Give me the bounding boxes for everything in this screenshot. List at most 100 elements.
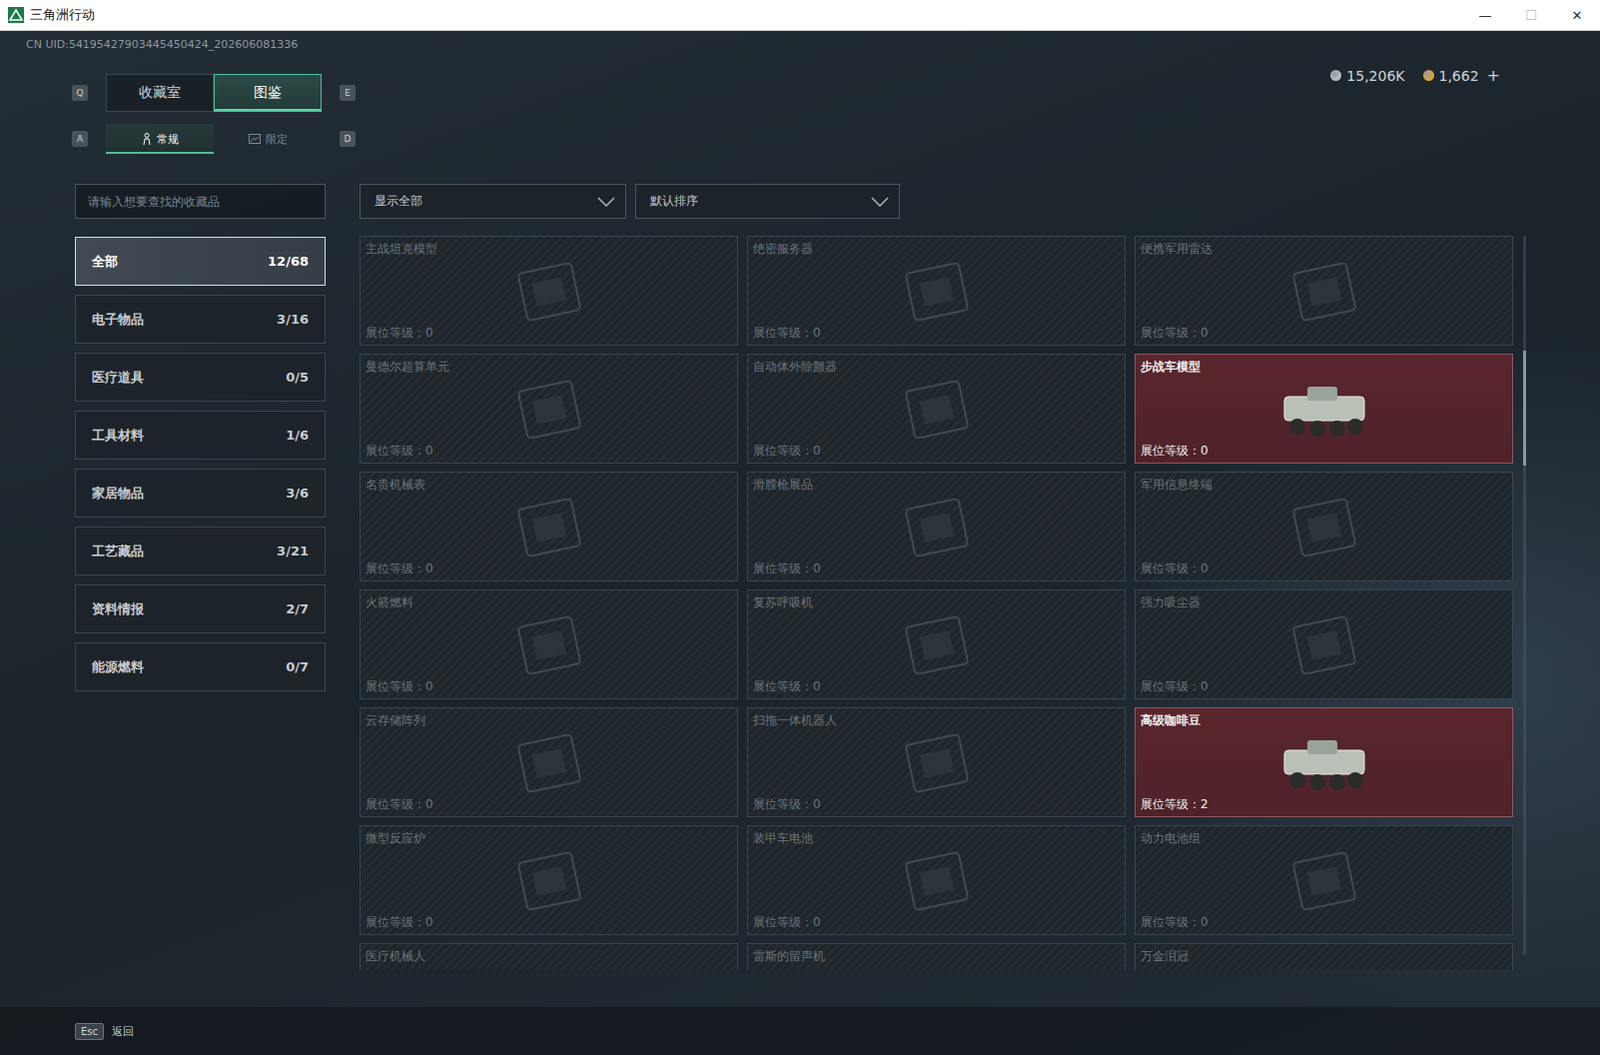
main-tab[interactable]: 图鉴 (213, 73, 322, 112)
collection-card[interactable]: 云存储阵列展位等级：0 (359, 707, 739, 817)
item-name: 微型反应炉 (365, 829, 733, 847)
sub-tab[interactable]: 限定 (213, 123, 322, 154)
collectible-icon (1269, 728, 1380, 799)
collection-card[interactable]: 复苏呼吸机展位等级：0 (747, 589, 1126, 700)
escape-key[interactable]: Esc (74, 1022, 104, 1040)
collection-card[interactable]: 火箭燃料展位等级：0 (359, 589, 739, 700)
collectible-silhouette-icon (1279, 259, 1370, 324)
sidebar-item[interactable]: 家居物品3/6 (74, 468, 326, 518)
collection-card[interactable]: 雷斯的留声机 (747, 942, 1126, 970)
item-icon-area (753, 729, 1120, 797)
item-icon-area (365, 493, 733, 561)
currency-amount: 15,206K (1346, 67, 1405, 84)
category-count: 12/68 (267, 253, 309, 269)
prev-tab-key[interactable]: Q (71, 84, 88, 101)
prev-subtab-key[interactable]: A (71, 130, 88, 147)
collectible-silhouette-icon (1279, 613, 1370, 678)
collectible-silhouette-icon (891, 495, 982, 560)
collection-card[interactable]: 医疗机械人 (359, 942, 739, 970)
footer-bar: Esc 返回 (0, 1006, 1600, 1055)
display-level: 展位等级：0 (1140, 678, 1508, 696)
sub-tabs: A 常规 限定 D (71, 123, 1600, 154)
currency-bar: 15,206K1,662+ (1330, 65, 1501, 85)
collection-card[interactable]: 绝密服务器展位等级：0 (747, 235, 1126, 346)
sidebar-item[interactable]: 资料情报2/7 (74, 584, 326, 634)
collectible-icon (1269, 374, 1380, 445)
picture-icon (248, 133, 261, 144)
category-label: 工具材料 (91, 426, 144, 445)
back-button[interactable]: 返回 (111, 1023, 134, 1039)
collection-card[interactable]: 装甲车电池展位等级：0 (747, 824, 1126, 935)
item-name: 军用信息终端 (1140, 476, 1508, 494)
sidebar-item[interactable]: 能源燃料0/7 (74, 642, 326, 692)
item-icon-area (365, 611, 733, 679)
sort-dropdown[interactable]: 默认排序 (635, 183, 900, 219)
scrollbar[interactable] (1523, 235, 1527, 955)
sub-tab-label: 限定 (265, 131, 288, 147)
main-tab[interactable]: 收藏室 (105, 73, 214, 112)
category-count: 3/21 (276, 543, 309, 559)
display-level: 展位等级：0 (1140, 324, 1508, 342)
item-icon-area (365, 257, 733, 325)
display-level: 展位等级：0 (1140, 560, 1508, 578)
display-level: 展位等级：2 (1140, 796, 1508, 813)
collectible-silhouette-icon (504, 613, 595, 678)
category-sidebar: 全部12/68 电子物品3/16 医疗道具0/5 工具材料 1/6 家居物品3/6 工艺藏品… (74, 183, 326, 970)
collectible-silhouette-icon (891, 848, 982, 913)
display-level: 展位等级：0 (753, 442, 1120, 460)
item-name: 自动体外除颤器 (753, 358, 1120, 376)
item-icon-area (1140, 257, 1508, 325)
collection-card[interactable]: 曼德尔超算单元展位等级：0 (359, 353, 739, 464)
item-name: 主战坦克模型 (365, 240, 733, 258)
filter-dropdown[interactable]: 显示全部 (359, 183, 627, 219)
next-subtab-key[interactable]: D (339, 130, 356, 147)
collection-card[interactable]: 万金泪冠 (1134, 942, 1514, 970)
sidebar-item[interactable]: 工具材料 1/6 (74, 410, 326, 460)
collection-card[interactable]: 主战坦克模型展位等级：0 (359, 235, 739, 346)
next-tab-key[interactable]: E (339, 84, 356, 101)
collection-card[interactable]: 强力吸尘器展位等级：0 (1134, 589, 1514, 700)
collection-card[interactable]: 军用信息终端展位等级：0 (1134, 471, 1514, 582)
scrollbar-thumb[interactable] (1523, 350, 1527, 466)
search-field[interactable] (74, 183, 326, 219)
collection-card[interactable]: 便携军用雷达展位等级：0 (1134, 235, 1514, 346)
item-name: 曼德尔超算单元 (365, 358, 733, 376)
category-count: 0/7 (285, 659, 309, 675)
dropdown-label: 显示全部 (374, 192, 423, 210)
category-label: 工艺藏品 (91, 542, 144, 561)
item-name: 扫拖一体机器人 (753, 712, 1120, 730)
collection-card[interactable]: 步战车模型展位等级：0 (1134, 353, 1514, 464)
category-list: 全部12/68 电子物品3/16 医疗道具0/5 工具材料 1/6 家居物品3/6 工艺藏品… (74, 236, 326, 692)
item-name: 火箭燃料 (365, 594, 733, 612)
sidebar-item[interactable]: 工艺藏品 3/21 (74, 526, 326, 576)
collectible-silhouette-icon (891, 259, 982, 324)
collection-card[interactable]: 扫拖一体机器人展位等级：0 (747, 707, 1126, 817)
category-count: 1/6 (285, 427, 309, 443)
main-tabs: Q 收藏室图鉴 E (71, 73, 356, 112)
currency-item: 15,206K (1330, 67, 1405, 84)
collection-card[interactable]: 高级咖啡豆展位等级：2 (1134, 707, 1514, 817)
collectible-silhouette-icon (1279, 495, 1370, 560)
minimize-button[interactable]: — (1462, 0, 1509, 30)
close-button[interactable]: ✕ (1554, 0, 1600, 30)
collection-panel: 显示全部默认排序主战坦克模型展位等级：0绝密服务器展位等级：0便携军用雷达展位等… (359, 183, 1527, 970)
sub-tab-label: 常规 (156, 131, 179, 147)
uid-label: CN UID:54195427903445450424_202606081336 (0, 30, 1600, 52)
item-name: 复苏呼吸机 (753, 594, 1120, 612)
collection-card[interactable]: 微型反应炉展位等级：0 (359, 824, 739, 935)
display-level: 展位等级：0 (365, 796, 733, 813)
add-currency-button[interactable]: + (1487, 65, 1501, 85)
sidebar-item[interactable]: 电子物品3/16 (74, 294, 326, 344)
item-icon-area (753, 611, 1120, 679)
display-level: 展位等级：0 (1140, 913, 1508, 931)
app-logo-icon (7, 6, 24, 23)
sidebar-item[interactable]: 医疗道具0/5 (74, 352, 326, 402)
maximize-button[interactable]: ☐ (1508, 0, 1555, 30)
sub-tab[interactable]: 常规 (105, 123, 214, 154)
collection-card[interactable]: 动力电池组展位等级：0 (1134, 824, 1514, 935)
sidebar-item[interactable]: 全部12/68 (74, 236, 326, 286)
collection-card[interactable]: 滑膛枪展品展位等级：0 (747, 471, 1126, 582)
collection-card[interactable]: 自动体外除颤器展位等级：0 (747, 353, 1126, 464)
item-icon-area (1140, 964, 1508, 970)
collection-card[interactable]: 名贵机械表展位等级：0 (359, 471, 739, 582)
